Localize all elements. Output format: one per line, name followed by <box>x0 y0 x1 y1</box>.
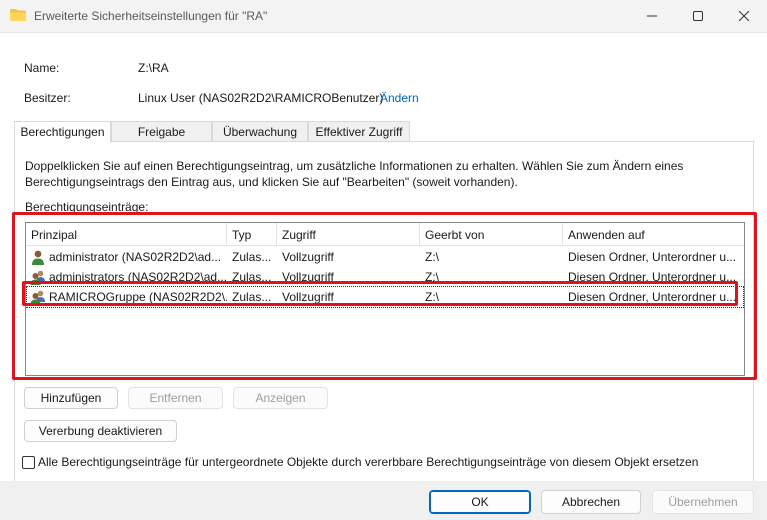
window-title: Erweiterte Sicherheitseinstellungen für … <box>34 9 268 23</box>
close-button[interactable] <box>721 0 767 32</box>
tab-permissions[interactable]: Berechtigungen <box>14 121 111 143</box>
view-button[interactable]: Anzeigen <box>233 387 328 409</box>
name-value: Z:\RA <box>138 61 169 75</box>
highlight-frame-row <box>22 281 738 306</box>
title-bar: Erweiterte Sicherheitseinstellungen für … <box>0 0 767 32</box>
tab-share[interactable]: Freigabe <box>111 121 212 142</box>
folder-icon <box>10 9 26 21</box>
minimize-icon <box>647 15 657 17</box>
owner-change-link[interactable]: Ändern <box>380 91 419 105</box>
remove-button[interactable]: Entfernen <box>128 387 223 409</box>
maximize-icon <box>693 11 703 21</box>
cancel-button[interactable]: Abbrechen <box>541 490 641 514</box>
disable-inheritance-button[interactable]: Vererbung deaktivieren <box>24 420 177 442</box>
apply-button[interactable]: Übernehmen <box>652 490 754 514</box>
name-label: Name: <box>24 61 60 75</box>
ok-button[interactable]: OK <box>429 490 531 514</box>
tab-auditing[interactable]: Überwachung <box>212 121 308 142</box>
tab-effective-access[interactable]: Effektiver Zugriff <box>308 121 410 142</box>
close-icon <box>739 11 749 21</box>
replace-entries-label: Alle Berechtigungseinträge für untergeor… <box>38 455 699 469</box>
minimize-button[interactable] <box>629 0 675 32</box>
maximize-button[interactable] <box>675 0 721 32</box>
add-button[interactable]: Hinzufügen <box>24 387 118 409</box>
panel-description: Doppelklicken Sie auf einen Berechtigung… <box>25 159 684 189</box>
replace-entries-checkbox[interactable] <box>22 456 35 469</box>
owner-label: Besitzer: <box>24 91 71 105</box>
owner-value: Linux User (NAS02R2D2\RAMICROBenutzer) <box>138 91 384 105</box>
